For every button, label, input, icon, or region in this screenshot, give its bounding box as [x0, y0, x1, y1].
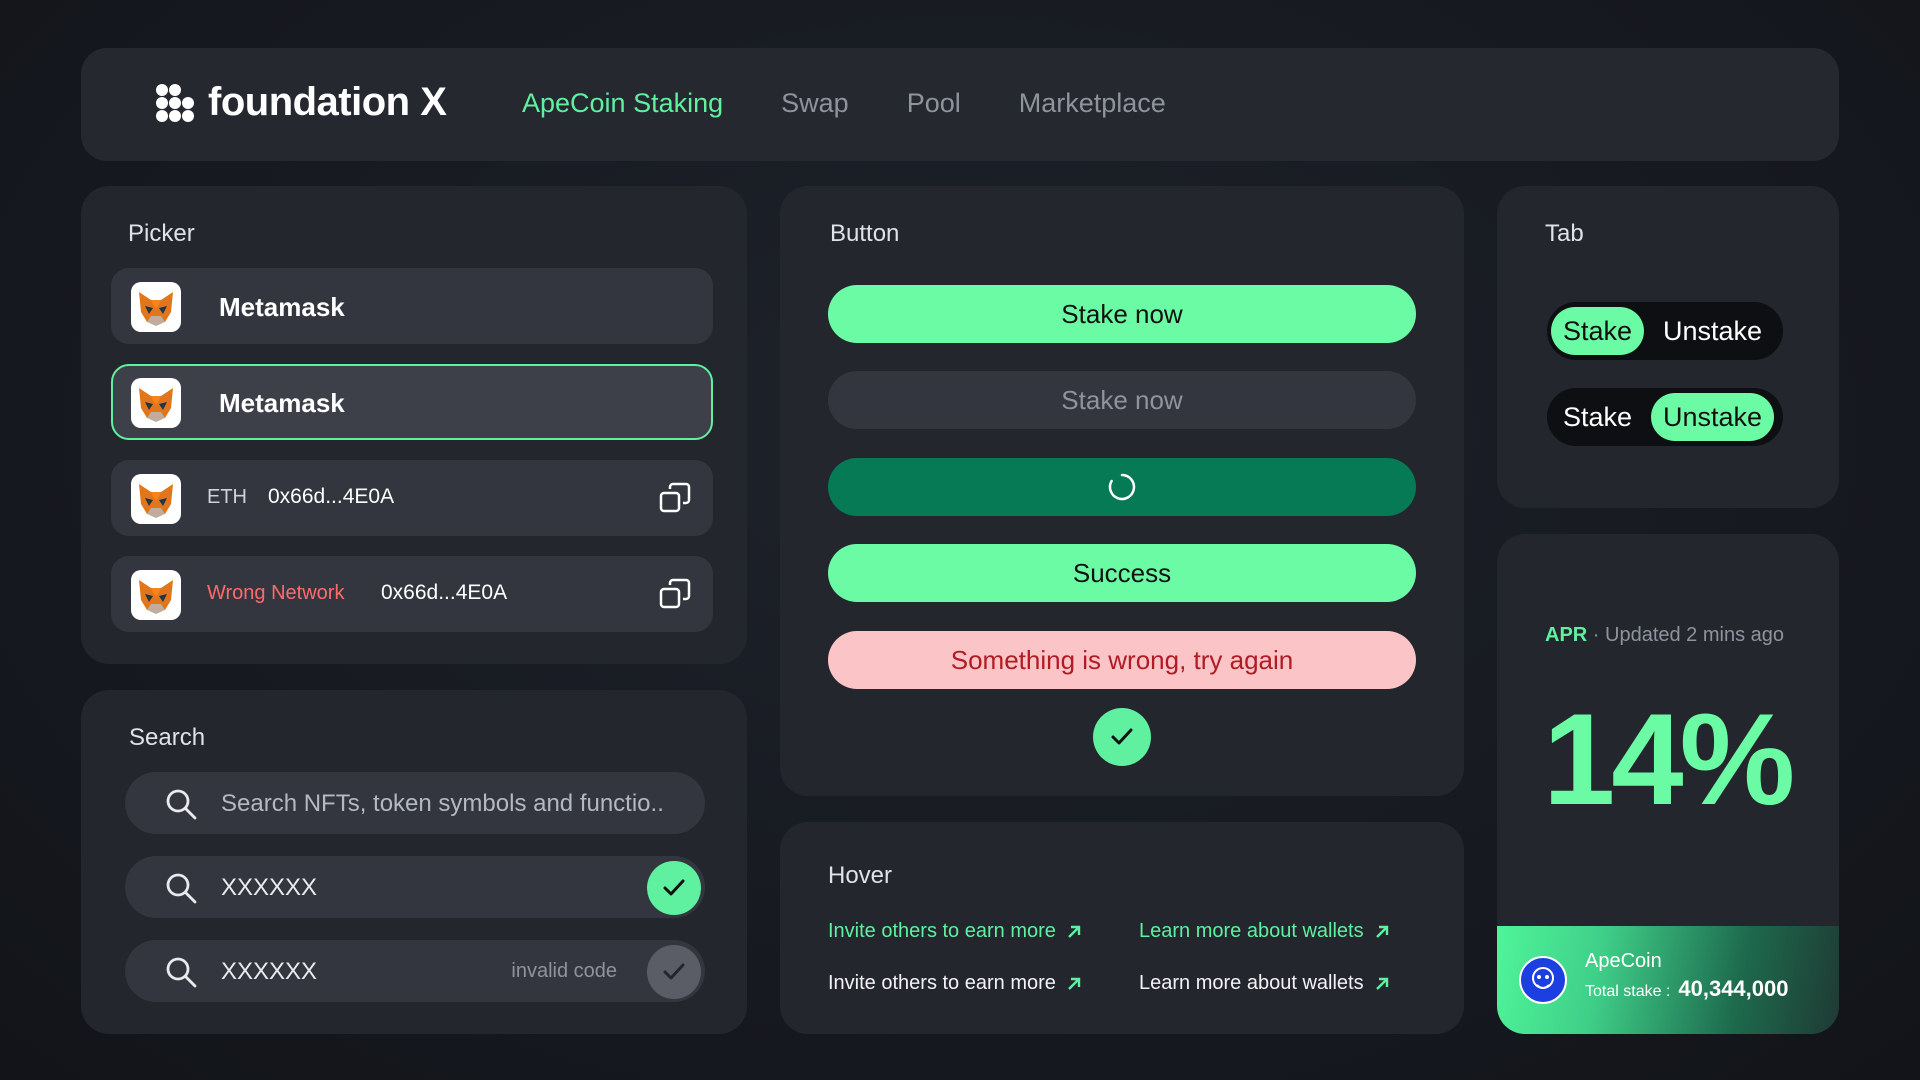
nav-swap[interactable]: Swap: [781, 88, 849, 119]
wallet-wrong-network-row: Wrong Network 0x66d...4E0A: [111, 556, 713, 632]
search-panel: Search Search NFTs, token symbols and fu…: [81, 690, 747, 1034]
search-icon: [166, 957, 197, 988]
arrow-up-right-icon: [1375, 925, 1388, 938]
wallet-connected-row: ETH 0x66d...4E0A: [111, 460, 713, 536]
stake-now-button-disabled[interactable]: Stake now: [828, 371, 1416, 429]
check-icon: [663, 879, 685, 896]
picker-panel: Picker Metamask Metamask ETH 0x66d...4E0…: [81, 186, 747, 664]
error-button[interactable]: Something is wrong, try again: [828, 631, 1416, 689]
wallets-link[interactable]: Learn more about wallets: [1139, 972, 1390, 995]
link-label: Invite others to earn more: [828, 920, 1056, 942]
button-panel: Button Stake now Stake now Success Somet…: [780, 186, 1464, 796]
total-stake-value: 40,344,000: [1678, 976, 1789, 1001]
network-label: ETH: [207, 486, 247, 508]
wrong-network-label: Wrong Network: [207, 582, 345, 604]
stake-toggle-unstake-active: Stake Unstake: [1547, 388, 1783, 446]
tab-stake[interactable]: Stake: [1551, 393, 1644, 441]
stake-now-button[interactable]: Stake now: [828, 285, 1416, 343]
nav-pool[interactable]: Pool: [907, 88, 961, 119]
stake-toggle-stake-active: Stake Unstake: [1547, 302, 1783, 360]
total-stake-label: Total stake :: [1585, 983, 1671, 1000]
apr-updated: · Updated 2 mins ago: [1592, 624, 1785, 646]
tab-unstake[interactable]: Unstake: [1651, 307, 1774, 355]
wallet-option-metamask-selected[interactable]: Metamask: [111, 364, 713, 440]
copy-icon[interactable]: [659, 578, 691, 610]
loading-button[interactable]: [828, 458, 1416, 516]
invite-link[interactable]: Invite others to earn more: [828, 972, 1082, 995]
submit-check-button[interactable]: [647, 861, 701, 915]
check-icon: [663, 963, 685, 980]
success-check-badge: [1093, 708, 1151, 766]
arrow-up-right-icon: [1068, 925, 1081, 938]
search-value: XXXXXX: [221, 958, 318, 985]
top-navbar: foundation X ApeCoin Staking Swap Pool M…: [81, 48, 1839, 161]
search-placeholder: Search NFTs, token symbols and functio..: [221, 790, 664, 817]
metamask-fox-icon: [131, 378, 181, 428]
logo-icon: [156, 83, 194, 122]
wallet-name: Metamask: [219, 292, 345, 322]
button-title: Button: [830, 220, 900, 247]
tab-panel: Tab Stake Unstake Stake Unstake: [1497, 186, 1839, 508]
arrow-up-right-icon: [1068, 977, 1081, 990]
metamask-fox-icon: [131, 570, 181, 620]
wallet-name: Metamask: [219, 388, 345, 418]
tab-title: Tab: [1545, 220, 1584, 247]
link-label: Learn more about wallets: [1139, 972, 1364, 994]
nav-marketplace[interactable]: Marketplace: [1019, 88, 1166, 119]
copy-icon[interactable]: [659, 482, 691, 514]
wallet-address: 0x66d...4E0A: [381, 581, 508, 604]
spinner-icon: [1108, 473, 1136, 501]
wallets-link-hover[interactable]: Learn more about wallets: [1139, 920, 1390, 943]
search-input-valid[interactable]: XXXXXX: [125, 856, 705, 918]
submit-check-button-disabled[interactable]: [647, 945, 701, 999]
search-title: Search: [129, 724, 206, 751]
invite-link-hover[interactable]: Invite others to earn more: [828, 920, 1082, 943]
search-value: XXXXXX: [221, 874, 318, 901]
total-stake: Total stake : 40,344,000: [1585, 976, 1788, 1002]
brand-name: foundation X: [208, 80, 447, 124]
apecoin-logo-icon: [1519, 956, 1567, 1004]
search-input-invalid[interactable]: XXXXXX invalid code: [125, 940, 705, 1002]
picker-title: Picker: [128, 220, 195, 247]
metamask-fox-icon: [131, 282, 181, 332]
check-icon: [1111, 728, 1133, 745]
search-icon: [166, 789, 197, 820]
token-name: ApeCoin: [1585, 950, 1662, 972]
hover-title: Hover: [828, 862, 893, 889]
wallet-address: 0x66d...4E0A: [268, 485, 395, 508]
apecoin-stake-footer: ApeCoin Total stake : 40,344,000: [1497, 926, 1839, 1034]
search-icon: [166, 873, 197, 904]
search-input[interactable]: Search NFTs, token symbols and functio..: [125, 772, 705, 834]
success-button[interactable]: Success: [828, 544, 1416, 602]
apr-label: APR: [1545, 624, 1588, 646]
apr-card: APR · Updated 2 mins ago 14% ApeCoin Tot…: [1497, 534, 1839, 1034]
metamask-fox-icon: [131, 474, 181, 524]
main-nav: ApeCoin Staking Swap Pool Marketplace: [522, 88, 1166, 119]
nav-apecoin-staking[interactable]: ApeCoin Staking: [522, 88, 723, 119]
apr-caption: APR · Updated 2 mins ago: [1545, 624, 1784, 647]
arrow-up-right-icon: [1375, 977, 1388, 990]
hover-panel: Hover Invite others to earn more Learn m…: [780, 822, 1464, 1034]
tab-stake[interactable]: Stake: [1551, 307, 1645, 355]
tab-unstake[interactable]: Unstake: [1651, 393, 1775, 441]
link-label: Learn more about wallets: [1139, 920, 1364, 942]
brand-logo[interactable]: foundation X: [156, 80, 447, 125]
link-label: Invite others to earn more: [828, 972, 1056, 994]
wallet-option-metamask[interactable]: Metamask: [111, 268, 713, 344]
invalid-code-hint: invalid code: [511, 960, 617, 982]
apr-value: 14%: [1543, 686, 1795, 832]
